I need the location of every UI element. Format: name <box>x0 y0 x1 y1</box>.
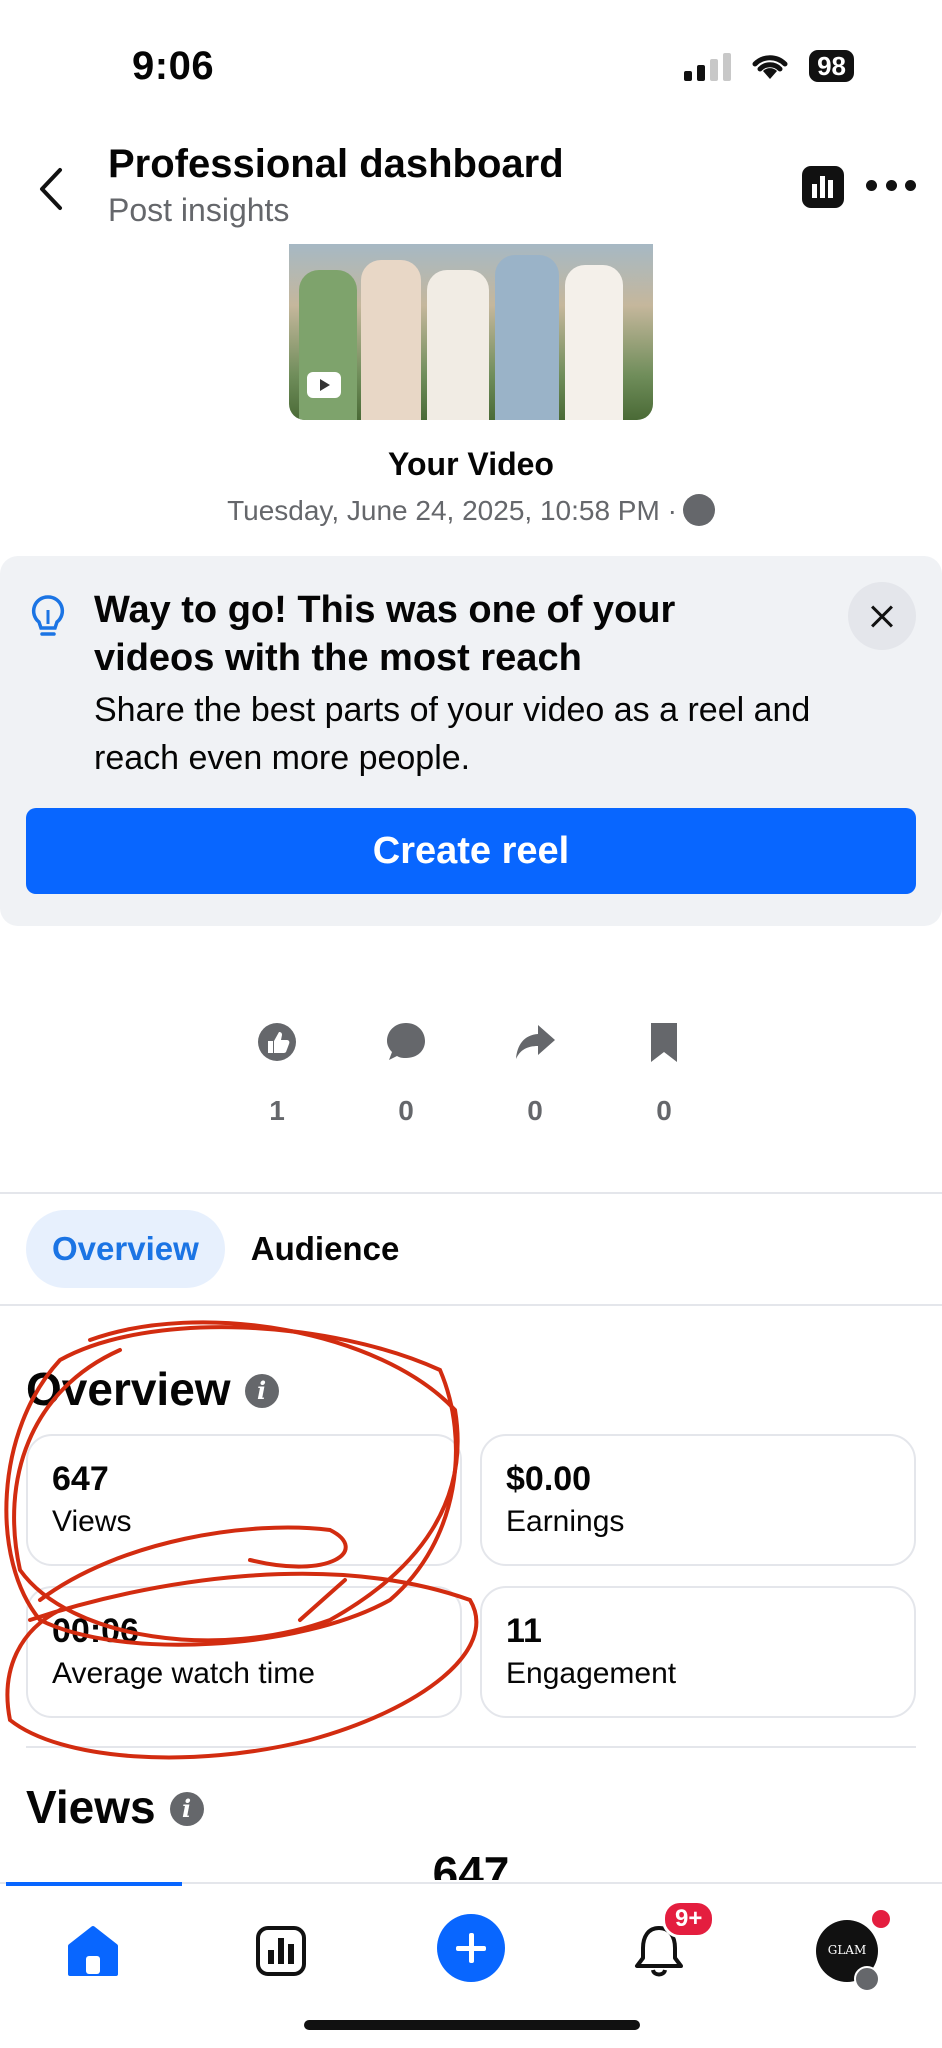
share-icon <box>516 1025 555 1059</box>
like-icon <box>258 1023 296 1061</box>
metric-card-earnings[interactable]: $0.00 Earnings <box>480 1434 916 1566</box>
notification-badge: 9+ <box>662 1900 716 1938</box>
divider <box>0 1192 942 1194</box>
insights-tabs: Overview Audience <box>26 1210 425 1288</box>
video-thumbnail[interactable] <box>289 244 653 420</box>
metric-value: 11 <box>506 1612 542 1650</box>
metric-value: 647 <box>52 1460 109 1498</box>
back-arrow-icon[interactable] <box>34 164 70 214</box>
video-date: Tuesday, June 24, 2025, 10:58 PM · <box>0 494 942 527</box>
lightbulb-icon <box>31 595 65 636</box>
promo-title: Way to go! This was one of your videos w… <box>94 589 676 679</box>
overview-title-text: Overview <box>26 1363 231 1415</box>
reaction-like[interactable]: 1 <box>237 1020 317 1127</box>
post-reactions: 1 0 0 0 <box>0 1020 942 1126</box>
wifi-icon <box>752 55 788 79</box>
metric-value: 00:06 <box>52 1612 139 1650</box>
metric-value: $0.00 <box>506 1460 592 1498</box>
dashboard-icon[interactable] <box>248 1918 314 1984</box>
globe-icon <box>682 494 715 526</box>
menu-icon[interactable] <box>854 1966 880 1992</box>
metric-label: Earnings <box>506 1505 625 1538</box>
share-count: 0 <box>527 1095 543 1126</box>
insights-chart-icon[interactable] <box>802 166 844 208</box>
video-title: Your Video <box>388 446 554 482</box>
overview-heading: Overview i <box>26 1362 279 1416</box>
reaction-save[interactable]: 0 <box>624 1020 704 1127</box>
status-icons: 98 <box>684 50 854 82</box>
like-count: 1 <box>269 1095 285 1126</box>
info-icon[interactable]: i <box>244 1374 279 1408</box>
save-icon <box>651 1023 677 1062</box>
create-post-icon[interactable] <box>437 1914 505 1982</box>
views-title-text: Views <box>26 1781 156 1833</box>
page-title: Professional dashboard <box>108 142 564 186</box>
metric-card-avg-watch-time[interactable]: 00:06 Average watch time <box>26 1586 462 1718</box>
reach-promo-card: Way to go! This was one of your videos w… <box>0 556 942 926</box>
divider <box>0 1304 942 1306</box>
home-icon[interactable] <box>60 1918 126 1984</box>
video-date-text: Tuesday, June 24, 2025, 10:58 PM · <box>227 495 677 526</box>
comment-count: 0 <box>398 1095 414 1126</box>
video-play-icon <box>307 372 341 398</box>
metric-label: Average watch time <box>52 1657 315 1690</box>
metric-label: Views <box>52 1505 132 1538</box>
status-time: 9:06 <box>132 44 215 88</box>
metric-card-engagement[interactable]: 11 Engagement <box>480 1586 916 1718</box>
metric-card-views[interactable]: 647 Views <box>26 1434 462 1566</box>
create-reel-button[interactable]: Create reel <box>26 808 916 894</box>
views-heading: Views i <box>26 1780 204 1834</box>
cellular-signal-icon <box>684 51 732 81</box>
info-icon[interactable]: i <box>169 1792 204 1826</box>
divider <box>26 1746 916 1748</box>
reaction-share[interactable]: 0 <box>495 1020 575 1127</box>
battery-indicator: 98 <box>809 50 854 82</box>
tab-audience[interactable]: Audience <box>251 1210 426 1288</box>
comment-icon <box>387 1023 425 1060</box>
profile-alert-dot <box>872 1910 890 1928</box>
close-icon[interactable] <box>848 582 916 650</box>
views-total: 647 <box>432 1847 510 1880</box>
home-indicator <box>304 2020 640 2030</box>
status-bar: 9:06 98 <box>0 0 942 130</box>
active-tab-indicator <box>6 1882 182 1886</box>
top-app-bar: Professional dashboard Post insights <box>0 130 942 240</box>
save-count: 0 <box>656 1095 672 1126</box>
metric-label: Engagement <box>506 1657 677 1690</box>
more-options-icon[interactable] <box>866 180 916 194</box>
page-subtitle: Post insights <box>108 192 290 228</box>
reaction-comment[interactable]: 0 <box>366 1020 446 1127</box>
tab-overview[interactable]: Overview <box>26 1210 225 1288</box>
promo-body: Share the best parts of your video as a … <box>94 691 811 777</box>
